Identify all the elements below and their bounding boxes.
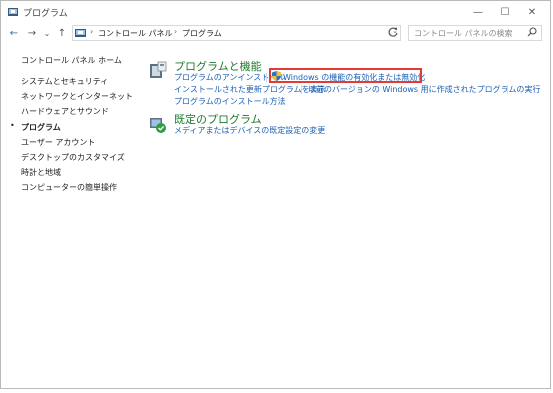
sidebar-item-ease-of-access[interactable]: コンピューターの簡単操作 (21, 182, 117, 193)
sidebar-item-network-internet[interactable]: ネットワークとインターネット (21, 91, 133, 102)
link-separator (301, 85, 302, 94)
search-icon[interactable] (527, 27, 537, 37)
breadcrumb-item-programs[interactable]: プログラム (182, 28, 222, 39)
refresh-icon (388, 27, 398, 37)
breadcrumb-item-control-panel[interactable]: コントロール パネル (98, 28, 173, 39)
sidebar-item-clock-region[interactable]: 時計と地域 (21, 167, 61, 178)
window: プログラム — ☐ ✕ ← → ⌄ ↑ › コントロール パネル › プログラム… (0, 0, 551, 389)
highlight-box (269, 68, 422, 83)
sidebar-item-user-accounts[interactable]: ユーザー アカウント (21, 137, 95, 148)
search-input[interactable]: コントロール パネルの検索 (408, 25, 542, 41)
run-older-programs-link[interactable]: 以前のバージョンの Windows 用に作成されたプログラムの実行 (308, 84, 540, 95)
programs-features-icon (150, 61, 167, 78)
refresh-button[interactable] (386, 26, 400, 40)
up-button[interactable]: ↑ (56, 26, 68, 40)
how-to-install-link[interactable]: プログラムのインストール方法 (174, 96, 286, 107)
control-panel-icon (8, 8, 18, 16)
default-programs-icon (150, 118, 166, 133)
chevron-right-icon: › (174, 27, 178, 36)
breadcrumb[interactable]: › コントロール パネル › プログラム ⌄ (72, 25, 401, 41)
view-installed-updates-link[interactable]: インストールされた更新プログラムを表示 (174, 84, 326, 95)
chevron-right-icon: › (90, 27, 94, 36)
change-media-defaults-link[interactable]: メディアまたはデバイスの既定設定の変更 (174, 125, 325, 136)
forward-button[interactable]: → (26, 26, 38, 40)
control-panel-icon (75, 29, 86, 37)
link-separator (266, 73, 267, 82)
recent-locations-button[interactable]: ⌄ (41, 26, 53, 40)
maximize-button[interactable]: ☐ (491, 3, 519, 21)
close-button[interactable]: ✕ (518, 3, 546, 21)
title-bar: プログラム — ☐ ✕ (1, 1, 550, 23)
link-separator (507, 85, 508, 94)
window-title: プログラム (23, 9, 68, 19)
sidebar-item-programs: プログラム (21, 123, 61, 132)
back-button[interactable]: ← (8, 26, 20, 40)
sidebar-item-system-security[interactable]: システムとセキュリティ (21, 76, 108, 87)
search-placeholder: コントロール パネルの検索 (414, 29, 513, 38)
minimize-button[interactable]: — (464, 3, 492, 21)
current-item-bullet: • (10, 121, 15, 130)
sidebar-item-control-panel-home[interactable]: コントロール パネル ホーム (21, 55, 122, 66)
sidebar-item-appearance[interactable]: デスクトップのカスタマイズ (21, 152, 125, 163)
sidebar-item-hardware-sound[interactable]: ハードウェアとサウンド (21, 106, 109, 117)
